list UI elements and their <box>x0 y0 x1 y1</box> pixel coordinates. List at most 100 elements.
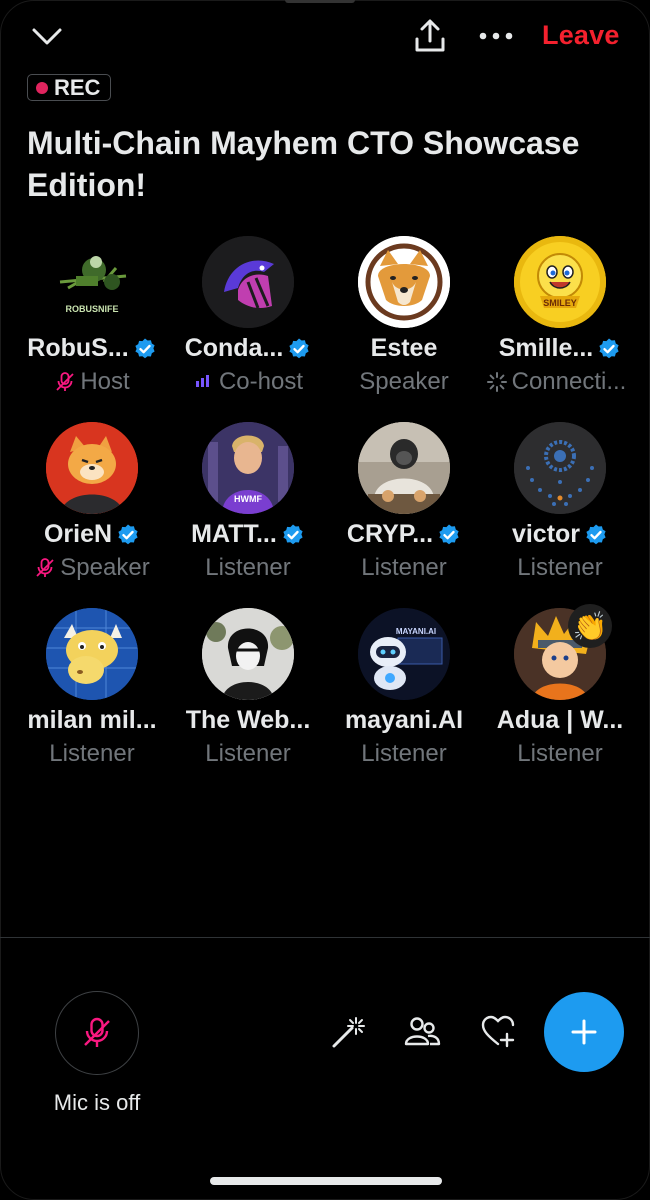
role-row: Listener <box>476 740 644 768</box>
share-icon[interactable] <box>412 18 448 54</box>
name-row: MATT... <box>170 520 326 549</box>
verified-badge-icon <box>135 338 155 358</box>
participant-role: Listener <box>49 740 135 767</box>
participant-role: Listener <box>517 554 603 581</box>
avatar <box>514 422 606 514</box>
top-bar: Leave <box>0 14 650 58</box>
top-notch <box>285 0 355 3</box>
participant-name: victor <box>511 520 581 548</box>
participant-cell[interactable]: milan mil... Listener <box>14 608 170 778</box>
avatar <box>358 422 450 514</box>
participant-cell[interactable]: SMILEY Smille... Connecti... <box>482 236 638 406</box>
participant-name: Conda... <box>184 334 284 362</box>
chevron-down-icon[interactable] <box>30 22 64 50</box>
participant-cell[interactable]: The Web... Listener <box>170 608 326 778</box>
participant-name: Estee <box>370 334 438 362</box>
heart-plus-icon[interactable] <box>478 1012 518 1052</box>
participant-role: Speaker <box>359 368 449 395</box>
participant-role: Listener <box>205 740 291 767</box>
people-icon[interactable] <box>402 1012 442 1052</box>
participant-cell[interactable]: 👏 Adua | W... Listener <box>482 604 638 778</box>
magic-wand-icon[interactable] <box>328 1012 368 1052</box>
avatar: SMILEY <box>514 236 606 328</box>
participant-cell[interactable]: victor Listener <box>482 422 638 592</box>
role-row: Co-host <box>164 368 332 396</box>
participant-name: milan mil... <box>27 706 157 734</box>
avatar <box>202 608 294 700</box>
participant-role: Listener <box>361 554 447 581</box>
participant-role: Listener <box>517 740 603 767</box>
role-row: Listener <box>320 740 488 768</box>
participant-cell[interactable]: CRYP... Listener <box>326 422 482 592</box>
mic-off-icon <box>36 558 54 577</box>
participant-cell[interactable]: Estee Speaker <box>326 236 482 406</box>
role-row: Speaker <box>8 554 176 582</box>
verified-badge-icon <box>289 338 309 358</box>
participant-cell[interactable]: MAYANI.AI mayani.AI Listener <box>326 608 482 778</box>
role-row: Connecti... <box>466 368 646 396</box>
mic-off-icon <box>56 372 74 391</box>
participant-role: Listener <box>205 554 291 581</box>
role-row: Host <box>8 368 176 396</box>
participant-role: Connecti... <box>511 368 627 395</box>
avatar: MAYANI.AI <box>358 608 450 700</box>
space-title: Multi-Chain Mayhem CTO Showcase Edition! <box>27 125 580 203</box>
avatar-wordmark: SMILEY <box>543 298 577 308</box>
reaction-clap-icon: 👏 <box>568 604 612 648</box>
avatar <box>46 422 138 514</box>
participant-cell[interactable]: Conda... Co-host <box>170 236 326 406</box>
role-row: Listener <box>320 554 488 582</box>
name-row: Adua | W... <box>482 706 638 735</box>
verified-badge-icon <box>118 524 138 544</box>
verified-badge-icon <box>439 524 459 544</box>
avatar <box>202 236 294 328</box>
participant-cell[interactable]: ROBUSNIFE RobuS... Host <box>14 236 170 406</box>
name-row: RobuS... <box>14 334 170 363</box>
verified-badge-icon <box>599 338 619 358</box>
name-row: Smille... <box>482 334 638 363</box>
participant-name: mayani.AI <box>344 706 464 734</box>
avatar-wordmark: ROBUSNIFE <box>65 304 118 314</box>
name-row: milan mil... <box>14 706 170 735</box>
name-row: Conda... <box>170 334 326 363</box>
recording-badge: REC <box>27 74 112 101</box>
name-row: CRYP... <box>326 520 482 549</box>
name-row: Estee <box>326 334 482 363</box>
avatar <box>46 608 138 700</box>
name-row: The Web... <box>170 706 326 735</box>
home-indicator[interactable] <box>210 1177 442 1185</box>
name-row: victor <box>482 520 638 549</box>
participant-name: OrieN <box>43 520 113 548</box>
avatar-wordmark: MAYANI.AI <box>396 627 436 636</box>
plus-icon <box>571 1019 597 1045</box>
participant-role: Host <box>80 368 130 395</box>
role-row: Listener <box>164 740 332 768</box>
avatar: HWMF <box>202 422 294 514</box>
leave-button[interactable]: Leave <box>542 20 620 51</box>
participant-name: CRYP... <box>346 520 434 548</box>
recording-label: REC <box>54 74 101 100</box>
avatar <box>358 236 450 328</box>
speaking-bars-icon <box>195 375 209 387</box>
name-row: mayani.AI <box>326 706 482 735</box>
mic-off-icon <box>84 1017 110 1047</box>
name-row: OrieN <box>14 520 170 549</box>
more-icon[interactable] <box>476 22 516 50</box>
participant-name: The Web... <box>185 706 311 734</box>
participant-cell[interactable]: OrieN Speaker <box>14 422 170 592</box>
loading-spinner-icon <box>486 372 507 392</box>
avatar: ROBUSNIFE <box>46 236 138 328</box>
participant-name: Adua | W... <box>496 706 624 734</box>
role-row: Listener <box>8 740 176 768</box>
participant-role: Co-host <box>218 368 304 395</box>
participant-role: Listener <box>361 740 447 767</box>
participant-name: RobuS... <box>27 334 129 362</box>
avatar-wordmark: HWMF <box>234 494 262 504</box>
participant-name: MATT... <box>191 520 277 548</box>
mic-toggle-button[interactable] <box>55 991 139 1075</box>
participant-name: Smille... <box>498 334 594 362</box>
participant-cell[interactable]: HWMF MATT... Listener <box>170 422 326 592</box>
mic-status-label: Mic is off <box>53 1090 141 1115</box>
verified-badge-icon <box>586 524 606 544</box>
add-button[interactable] <box>544 992 624 1072</box>
